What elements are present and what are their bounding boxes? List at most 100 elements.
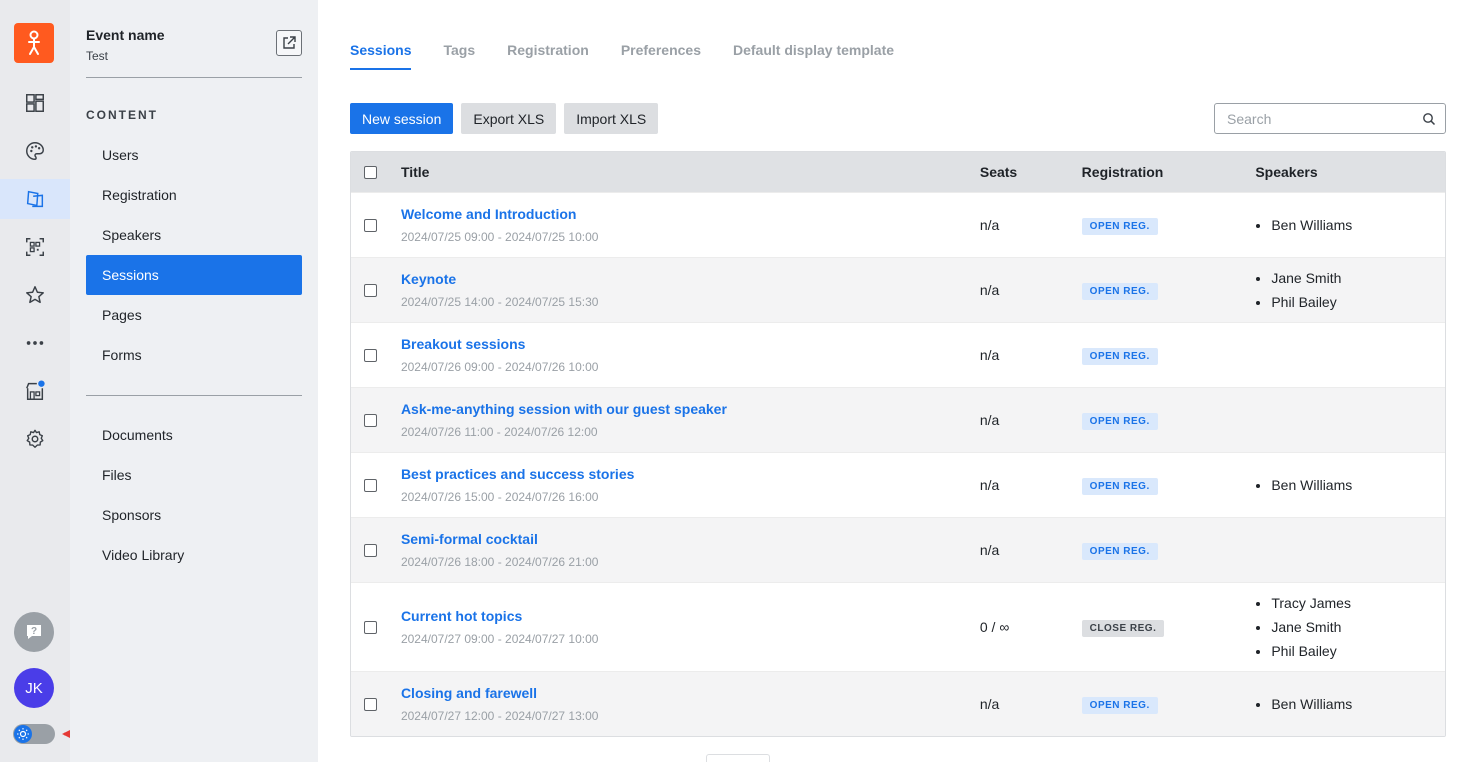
table-row: Semi-formal cocktail 2024/07/26 18:00 - … [351,517,1445,582]
nav-item-sponsors[interactable]: Sponsors [86,495,302,535]
main-content: Sessions Tags Registration Preferences D… [318,0,1477,762]
export-xls-button[interactable]: Export XLS [461,103,557,134]
column-header-seats[interactable]: Seats [980,164,1082,180]
column-header-title[interactable]: Title [401,164,980,180]
session-seats: n/a [979,477,1000,493]
pagination[interactable] [706,754,770,762]
nav-item-files[interactable]: Files [86,455,302,495]
nav-item-documents[interactable]: Documents [86,415,302,455]
event-name-label: Event name [86,27,165,43]
speaker-item: Jane Smith [1271,615,1445,639]
more-icon[interactable] [0,323,70,363]
table-row: Closing and farewell 2024/07/27 12:00 - … [351,671,1445,736]
row-checkbox[interactable] [351,620,401,634]
registration-badge: OPEN REG. [1081,696,1158,714]
session-date: 2024/07/26 09:00 - 2024/07/26 10:00 [400,360,599,374]
speaker-item: Ben Williams [1271,473,1445,497]
content-icon[interactable] [0,179,70,219]
column-header-registration[interactable]: Registration [1082,164,1256,180]
registration-badge: OPEN REG. [1081,477,1158,495]
session-date: 2024/07/26 15:00 - 2024/07/26 16:00 [400,490,599,504]
help-icon[interactable]: ? [14,612,54,652]
search-input[interactable] [1227,104,1417,133]
speaker-list: Ben Williams [1255,473,1445,497]
svg-text:?: ? [31,626,37,637]
select-all-checkbox[interactable] [351,165,401,179]
session-title-link[interactable]: Best practices and success stories [401,466,980,482]
tab-tags[interactable]: Tags [443,42,475,70]
registration-badge: OPEN REG. [1081,217,1158,235]
row-checkbox[interactable] [351,478,401,492]
open-external-button[interactable] [276,30,302,56]
session-seats: n/a [979,412,1000,428]
session-title-link[interactable]: Ask-me-anything session with our guest s… [401,401,980,417]
tab-sessions[interactable]: Sessions [350,42,412,70]
qr-code-icon[interactable] [0,227,70,267]
tab-registration[interactable]: Registration [507,42,589,70]
speaker-item: Tracy James [1271,591,1445,615]
speaker-item: Phil Bailey [1271,290,1445,314]
dashboard-icon[interactable] [0,83,70,123]
session-title-link[interactable]: Breakout sessions [401,336,980,352]
external-link-icon [283,36,296,49]
speaker-item: Phil Bailey [1271,639,1445,663]
session-title-link[interactable]: Semi-formal cocktail [401,531,980,547]
speaker-list: Tracy James Jane Smith Phil Bailey [1255,591,1445,663]
session-title-link[interactable]: Keynote [401,271,980,287]
logo-icon[interactable] [14,23,54,63]
session-seats: n/a [979,696,1000,712]
import-xls-button[interactable]: Import XLS [564,103,659,134]
row-checkbox[interactable] [351,283,401,297]
registration-badge: CLOSE REG. [1081,619,1165,637]
row-checkbox[interactable] [351,543,401,557]
tab-preferences[interactable]: Preferences [621,42,701,70]
session-seats: 0 / ∞ [979,619,1010,635]
row-checkbox[interactable] [351,218,401,232]
table-row: Welcome and Introduction 2024/07/25 09:0… [351,192,1445,257]
content-nav: Event name Test CONTENT Users Registrati… [70,0,318,762]
theme-toggle[interactable] [13,724,55,744]
palette-icon[interactable] [0,131,70,171]
session-seats: n/a [979,282,1000,298]
store-icon[interactable] [0,371,70,411]
table-row: Current hot topics 2024/07/27 09:00 - 20… [351,582,1445,671]
session-date: 2024/07/25 14:00 - 2024/07/25 15:30 [400,295,599,309]
toolbar: New session Export XLS Import XLS [350,103,659,134]
session-title-link[interactable]: Current hot topics [401,608,980,624]
table-header: Title Seats Registration Speakers [351,152,1445,192]
sun-icon [14,725,32,743]
new-session-button[interactable]: New session [350,103,454,134]
row-checkbox[interactable] [351,413,401,427]
nav-item-video-library[interactable]: Video Library [86,535,302,575]
session-seats: n/a [979,542,1000,558]
registration-badge: OPEN REG. [1081,347,1158,365]
column-header-speakers[interactable]: Speakers [1255,164,1445,180]
session-date: 2024/07/25 09:00 - 2024/07/25 10:00 [400,230,599,244]
tab-bar: Sessions Tags Registration Preferences D… [350,42,926,70]
divider [86,77,302,78]
nav-item-forms[interactable]: Forms [86,335,302,375]
sessions-table: Title Seats Registration Speakers Welcom… [350,151,1446,737]
nav-item-users[interactable]: Users [86,135,302,175]
registration-badge: OPEN REG. [1081,282,1158,300]
gear-icon[interactable] [0,419,70,459]
speaker-list: Jane Smith Phil Bailey [1255,266,1445,314]
avatar[interactable]: JK [14,668,54,708]
table-row: Best practices and success stories 2024/… [351,452,1445,517]
star-icon[interactable] [0,275,70,315]
search-icon[interactable] [1422,112,1436,126]
session-date: 2024/07/27 09:00 - 2024/07/27 10:00 [400,632,599,646]
session-title-link[interactable]: Welcome and Introduction [401,206,980,222]
session-title-link[interactable]: Closing and farewell [401,685,980,701]
row-checkbox[interactable] [351,697,401,711]
session-date: 2024/07/26 18:00 - 2024/07/26 21:00 [400,555,599,569]
speaker-item: Ben Williams [1271,692,1445,716]
speaker-list: Ben Williams [1255,692,1445,716]
nav-item-pages[interactable]: Pages [86,295,302,335]
event-name-value: Test [86,49,109,63]
tab-default-display-template[interactable]: Default display template [733,42,894,70]
row-checkbox[interactable] [351,348,401,362]
nav-item-registration[interactable]: Registration [86,175,302,215]
nav-item-sessions[interactable]: Sessions [86,255,302,295]
nav-item-speakers[interactable]: Speakers [86,215,302,255]
